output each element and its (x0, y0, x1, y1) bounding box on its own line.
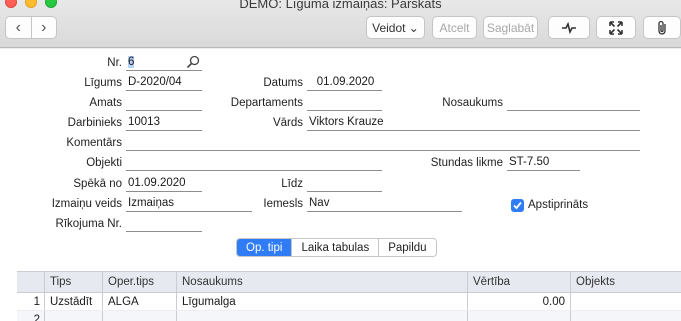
iemesls-label: Iemesls (263, 198, 303, 210)
rikojuma-nr-label: Rīkojuma Nr. (55, 218, 122, 230)
apstiprinats-checkbox[interactable] (511, 199, 524, 212)
apstiprinats-label: Apstiprināts (528, 199, 589, 211)
contract-change-form: Nr. 6 Līgums D-2020/04 Datums 01.09.2020… (0, 49, 681, 321)
grid-header: Tips Oper.tips Nosaukums Vērtība Objekts (17, 271, 681, 293)
column-header-row-number (17, 272, 45, 292)
column-header-vertiba[interactable]: Vērtība (468, 272, 571, 292)
cell-tips[interactable] (45, 311, 103, 321)
cell-nosaukums[interactable] (177, 311, 468, 321)
checkmark-icon (513, 201, 522, 210)
tab-papildu[interactable]: Papildu (378, 239, 435, 256)
objekti-field[interactable] (126, 155, 382, 171)
cell-oper-tips[interactable] (103, 311, 177, 321)
activity-button[interactable] (548, 16, 590, 39)
cell-vertiba[interactable]: 0.00 (468, 293, 571, 310)
tab-laika-tabulas[interactable]: Laika tabulas (291, 239, 378, 256)
ligums-field[interactable]: D-2020/04 (126, 75, 202, 91)
lidz-label: Līdz (281, 178, 303, 190)
nosaukums-field[interactable] (507, 95, 640, 111)
cell-vertiba[interactable] (468, 311, 571, 321)
paperclip-icon (658, 20, 666, 35)
amats-label: Amats (89, 97, 122, 109)
operations-grid: Tips Oper.tips Nosaukums Vērtība Objekts… (17, 271, 681, 321)
navigation-group: ‹ › (5, 16, 57, 39)
departaments-label: Departaments (230, 97, 303, 109)
window-title: DEMO: Līguma izmaiņas: Pārskats (239, 0, 442, 11)
column-header-nosaukums[interactable]: Nosaukums (177, 272, 468, 292)
datums-label: Datums (263, 77, 303, 89)
forward-button[interactable]: › (30, 17, 57, 38)
cancel-button[interactable]: Atcelt (432, 16, 477, 39)
nr-value: 6 (128, 56, 135, 68)
speka-no-field[interactable]: 01.09.2020 (126, 176, 202, 192)
title-bar: DEMO: Līguma izmaiņas: Pārskats ‹ › Veid… (0, 0, 681, 48)
ligums-label: Līgums (84, 77, 122, 89)
search-icon[interactable] (186, 55, 200, 69)
vards-label: Vārds (272, 117, 303, 129)
column-header-oper-tips[interactable]: Oper.tips (103, 272, 177, 292)
row-number: 1 (17, 293, 45, 310)
cell-tips[interactable]: Uzstādīt (45, 293, 103, 310)
departaments-field[interactable] (307, 95, 382, 111)
lidz-field[interactable] (307, 176, 382, 192)
cell-objekts[interactable] (571, 293, 681, 310)
cell-objekts[interactable] (571, 311, 681, 321)
cell-oper-tips[interactable]: ALGA (103, 293, 177, 310)
table-row[interactable]: 2 (17, 311, 681, 321)
darbinieks-field[interactable]: 10013 (126, 115, 202, 131)
iemesls-field[interactable]: Nav (307, 196, 462, 212)
tab-strip: Op. tipi Laika tabulas Papildu (236, 238, 437, 257)
save-button[interactable]: Saglabāt (483, 16, 538, 39)
column-header-objekts[interactable]: Objekts (571, 272, 681, 292)
stundas-likme-field[interactable]: ST-7.50 (507, 155, 580, 171)
vards-field[interactable]: Viktors Krauze (307, 115, 640, 131)
komentars-field[interactable] (126, 135, 640, 151)
expand-icon (609, 20, 623, 35)
komentars-label: Komentārs (66, 137, 122, 149)
nosaukums-label: Nosaukums (442, 97, 503, 109)
izmainu-veids-field[interactable]: Izmaiņas (126, 196, 252, 212)
expand-button[interactable] (596, 16, 636, 39)
rikojuma-nr-field[interactable] (126, 216, 202, 232)
stundas-likme-label: Stundas likme (430, 157, 503, 169)
speka-no-label: Spēkā no (73, 178, 122, 190)
back-button[interactable]: ‹ (6, 17, 31, 38)
activity-icon (562, 21, 576, 34)
tab-op-tipi[interactable]: Op. tipi (237, 239, 292, 256)
amats-field[interactable] (126, 95, 202, 111)
datums-field[interactable]: 01.09.2020 (307, 75, 382, 91)
row-number: 2 (17, 311, 45, 321)
table-row[interactable]: 1 Uzstādīt ALGA Līgumalga 0.00 (17, 293, 681, 311)
cell-nosaukums[interactable]: Līgumalga (177, 293, 468, 310)
attach-button[interactable] (643, 16, 681, 39)
objekti-label: Objekti (86, 157, 122, 169)
izmainu-veids-label: Izmaiņu veids (51, 198, 122, 210)
nr-label: Nr. (107, 57, 122, 69)
create-dropdown-button[interactable]: Veidot ⌄ (366, 16, 425, 39)
column-header-tips[interactable]: Tips (45, 272, 103, 292)
darbinieks-label: Darbinieks (67, 117, 122, 129)
